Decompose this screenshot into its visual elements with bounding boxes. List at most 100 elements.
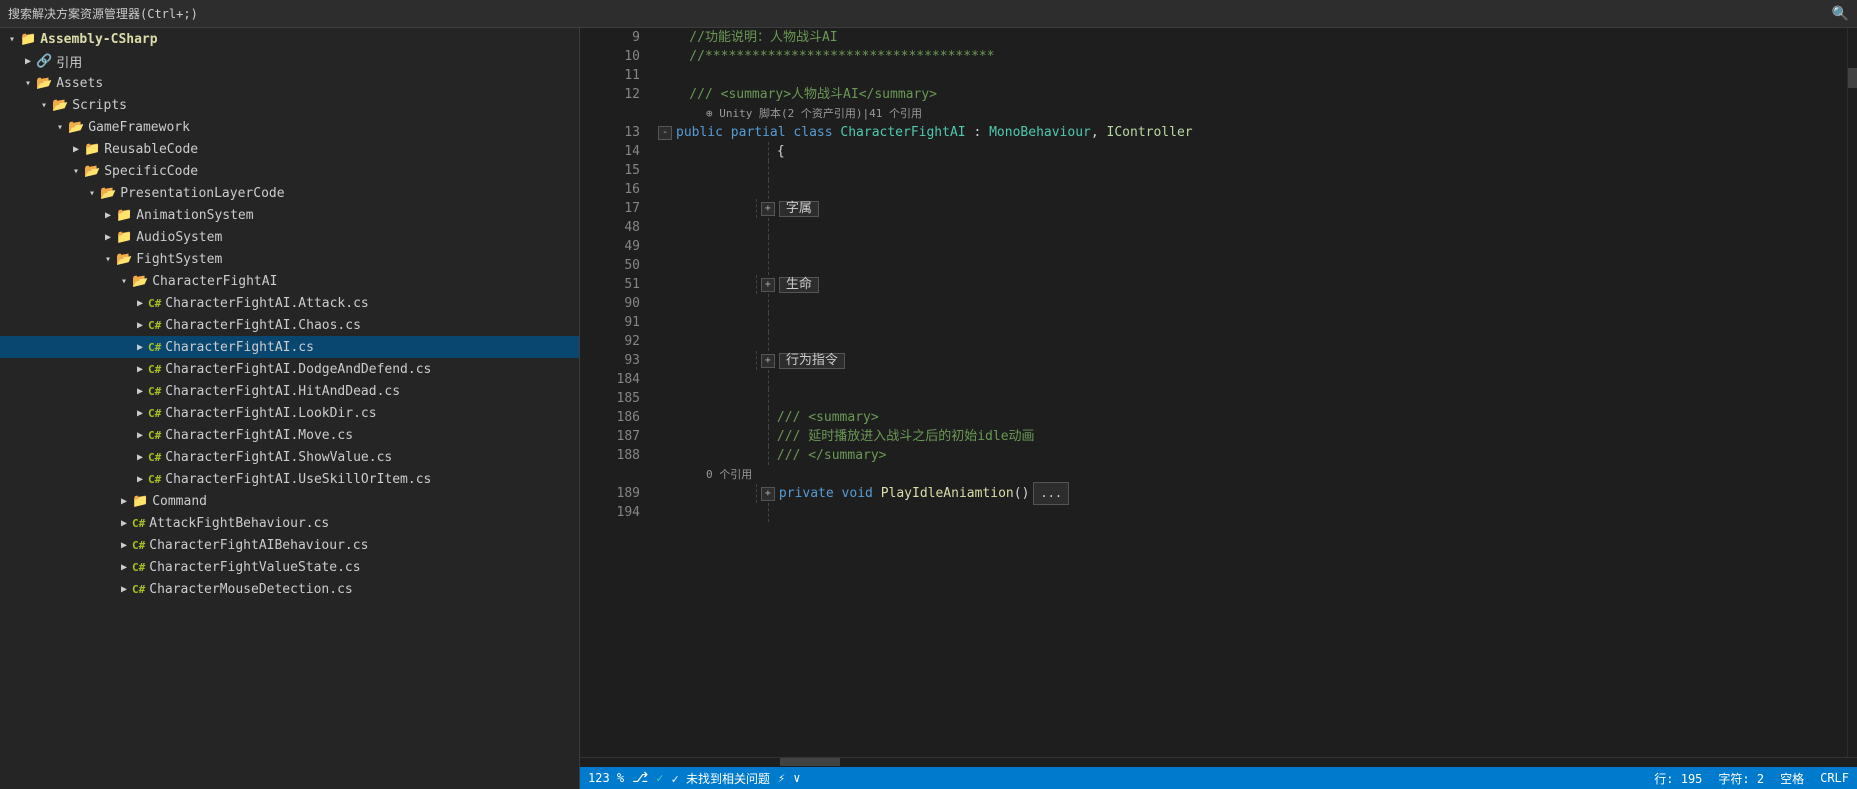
sidebar-item-label: CharacterFightAI.ShowValue.cs bbox=[165, 450, 392, 465]
folder-icon: 📂 bbox=[116, 252, 132, 267]
code-ref-info-2: 0 个引用 bbox=[658, 465, 1847, 484]
code-line-14: { bbox=[658, 142, 1847, 161]
sidebar-item-fightsystem[interactable]: ▾ 📂 FightSystem bbox=[0, 248, 579, 270]
sidebar-item-audiosystem[interactable]: ▶ 📁 AudioSystem bbox=[0, 226, 579, 248]
arrow-icon: ▾ bbox=[100, 254, 116, 265]
arrow-icon: ▾ bbox=[116, 276, 132, 287]
folder-icon: 📁 bbox=[132, 494, 148, 509]
sidebar-item-label: AttackFightBehaviour.cs bbox=[149, 516, 329, 531]
cs-icon: C# bbox=[148, 363, 161, 376]
sidebar-item-attack[interactable]: ▶ C# CharacterFightAI.Attack.cs bbox=[0, 292, 579, 314]
code-line-91 bbox=[658, 313, 1847, 332]
sidebar-item-hitanddead[interactable]: ▶ C# CharacterFightAI.HitAndDead.cs bbox=[0, 380, 579, 402]
solution-explorer-title: 搜索解决方案资源管理器(Ctrl+;) bbox=[8, 5, 198, 22]
sidebar-item-presentationlayercode[interactable]: ▾ 📂 PresentationLayerCode bbox=[0, 182, 579, 204]
code-editor[interactable]: 9 10 11 12 bbox=[580, 28, 1857, 757]
error-icon: ⚡ bbox=[778, 771, 785, 785]
arrow-icon: ▶ bbox=[132, 342, 148, 353]
arrow-icon: ▾ bbox=[4, 34, 20, 45]
sidebar-item-label: SpecificCode bbox=[104, 164, 198, 179]
cs-icon: C# bbox=[148, 451, 161, 464]
vertical-scrollbar[interactable] bbox=[1847, 28, 1857, 757]
solution-explorer-sidebar[interactable]: ▾ 📁 Assembly-CSharp ▶ 🔗 引用 ▾ 📂 Assets ▾ … bbox=[0, 28, 580, 789]
code-line-17: + 字属 bbox=[658, 199, 1847, 218]
sidebar-item-label: Assembly-CSharp bbox=[40, 32, 157, 47]
sidebar-item-specificcode[interactable]: ▾ 📂 SpecificCode bbox=[0, 160, 579, 182]
sidebar-item-chaos[interactable]: ▶ C# CharacterFightAI.Chaos.cs bbox=[0, 314, 579, 336]
sidebar-item-ref[interactable]: ▶ 🔗 引用 bbox=[0, 50, 579, 72]
arrow-icon: ▶ bbox=[132, 364, 148, 375]
arrow-icon: ▶ bbox=[68, 144, 84, 155]
code-line-188: /// </summary> bbox=[658, 446, 1847, 465]
col-info: 字符: 2 bbox=[1718, 770, 1764, 787]
sidebar-item-animationsystem[interactable]: ▶ 📁 AnimationSystem bbox=[0, 204, 579, 226]
code-line-12: /// <summary>人物战斗AI</summary> bbox=[658, 85, 1847, 104]
git-icon: ⎇ bbox=[632, 770, 648, 786]
code-line-15 bbox=[658, 161, 1847, 180]
cs-icon: C# bbox=[148, 341, 161, 354]
code-line-9: //功能说明：人物战斗AI bbox=[658, 28, 1847, 47]
scrollbar-thumb-h[interactable] bbox=[780, 758, 840, 766]
sidebar-item-label: AnimationSystem bbox=[136, 208, 253, 223]
row-info: 行: 195 bbox=[1654, 770, 1702, 787]
code-line-184 bbox=[658, 370, 1847, 389]
sidebar-item-label: CharacterFightAI.UseSkillOrItem.cs bbox=[165, 472, 431, 487]
cs-icon: C# bbox=[148, 429, 161, 442]
cs-icon: C# bbox=[132, 517, 145, 530]
code-content[interactable]: //功能说明：人物战斗AI //************************… bbox=[648, 28, 1847, 757]
code-line-49 bbox=[658, 237, 1847, 256]
sidebar-item-label: CharacterFightAI.DodgeAndDefend.cs bbox=[165, 362, 431, 377]
collapse-button[interactable]: - bbox=[658, 126, 672, 140]
folder-icon: 📂 bbox=[132, 274, 148, 289]
code-line-93: + 行为指令 bbox=[658, 351, 1847, 370]
horizontal-scrollbar[interactable] bbox=[580, 757, 1857, 767]
scrollbar-thumb[interactable] bbox=[1848, 68, 1857, 88]
code-line-92 bbox=[658, 332, 1847, 351]
region-block-2: 生命 bbox=[779, 277, 819, 293]
sidebar-item-charactervalue[interactable]: ▶ C# CharacterFightValueState.cs bbox=[0, 556, 579, 578]
sidebar-item-move[interactable]: ▶ C# CharacterFightAI.Move.cs bbox=[0, 424, 579, 446]
sidebar-item-label: CharacterFightAIBehaviour.cs bbox=[149, 538, 368, 553]
sidebar-item-label: FightSystem bbox=[136, 252, 222, 267]
folder-icon: 📂 bbox=[84, 164, 100, 179]
sidebar-item-showvalue[interactable]: ▶ C# CharacterFightAI.ShowValue.cs bbox=[0, 446, 579, 468]
sidebar-item-command[interactable]: ▶ 📁 Command bbox=[0, 490, 579, 512]
arrow-icon: ▶ bbox=[100, 232, 116, 243]
sidebar-item-assembly[interactable]: ▾ 📁 Assembly-CSharp bbox=[0, 28, 579, 50]
sidebar-item-useskill[interactable]: ▶ C# CharacterFightAI.UseSkillOrItem.cs bbox=[0, 468, 579, 490]
sidebar-item-label: CharacterFightAI.Chaos.cs bbox=[165, 318, 361, 333]
sidebar-item-dodge[interactable]: ▶ C# CharacterFightAI.DodgeAndDefend.cs bbox=[0, 358, 579, 380]
arrow-icon: ▶ bbox=[116, 562, 132, 573]
sidebar-item-scripts[interactable]: ▾ 📂 Scripts bbox=[0, 94, 579, 116]
sidebar-item-charactermouse[interactable]: ▶ C# CharacterMouseDetection.cs bbox=[0, 578, 579, 600]
ref-icon: 🔗 bbox=[36, 54, 52, 69]
arrow-icon: ▾ bbox=[20, 78, 36, 89]
sidebar-item-lookdir[interactable]: ▶ C# CharacterFightAI.LookDir.cs bbox=[0, 402, 579, 424]
sidebar-item-label: Assets bbox=[56, 76, 103, 91]
sidebar-item-attackbehaviour[interactable]: ▶ C# AttackFightBehaviour.cs bbox=[0, 512, 579, 534]
sidebar-item-characterbehaviour[interactable]: ▶ C# CharacterFightAIBehaviour.cs bbox=[0, 534, 579, 556]
sidebar-item-gameframework[interactable]: ▾ 📂 GameFramework bbox=[0, 116, 579, 138]
sidebar-item-label: CharacterFightAI.cs bbox=[165, 340, 314, 355]
arrow-icon: ▶ bbox=[116, 584, 132, 595]
dropdown-arrow[interactable]: ∨ bbox=[793, 771, 800, 785]
cs-icon: C# bbox=[148, 473, 161, 486]
zoom-level[interactable]: 123 % bbox=[588, 771, 624, 785]
status-right: 行: 195 字符: 2 空格 CRLF bbox=[1654, 770, 1849, 787]
sidebar-item-characterfightai-folder[interactable]: ▾ 📂 CharacterFightAI bbox=[0, 270, 579, 292]
arrow-icon: ▾ bbox=[84, 188, 100, 199]
scrollbar-track[interactable] bbox=[580, 757, 1857, 767]
sidebar-item-label: Command bbox=[152, 494, 207, 509]
sidebar-item-main[interactable]: ▶ C# CharacterFightAI.cs bbox=[0, 336, 579, 358]
code-line-194 bbox=[658, 503, 1847, 522]
arrow-icon: ▾ bbox=[36, 100, 52, 111]
folder-icon: 📂 bbox=[36, 76, 52, 91]
cs-icon: C# bbox=[132, 583, 145, 596]
sidebar-item-reusablecode[interactable]: ▶ 📁 ReusableCode bbox=[0, 138, 579, 160]
sidebar-item-assets[interactable]: ▾ 📂 Assets bbox=[0, 72, 579, 94]
sidebar-item-label: AudioSystem bbox=[136, 230, 222, 245]
code-line-51: + 生命 bbox=[658, 275, 1847, 294]
search-icon[interactable]: 🔍 bbox=[1832, 6, 1849, 22]
code-line-189: + private void PlayIdleAniamtion () ... bbox=[658, 484, 1847, 503]
main-content: ▾ 📁 Assembly-CSharp ▶ 🔗 引用 ▾ 📂 Assets ▾ … bbox=[0, 28, 1857, 789]
